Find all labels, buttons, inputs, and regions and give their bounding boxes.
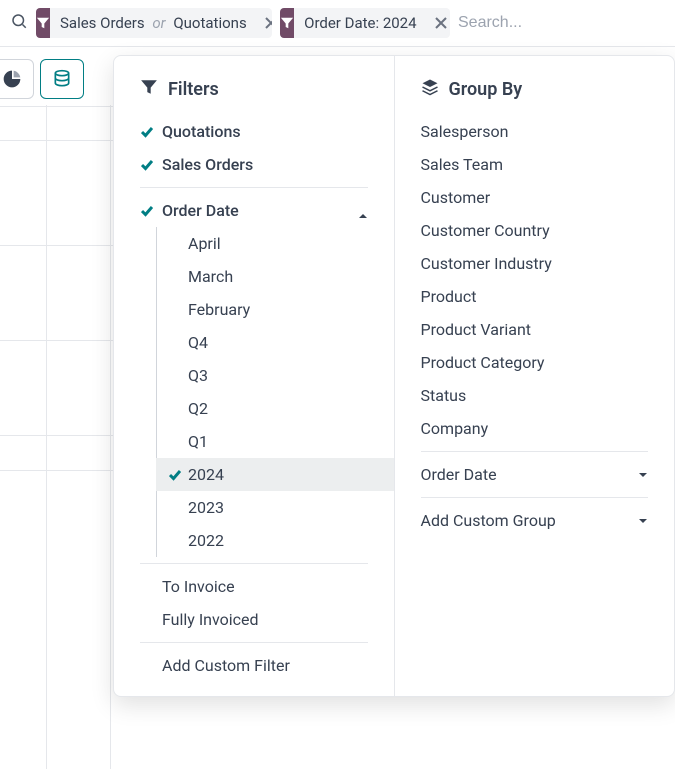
filter-option-2022[interactable]: 2022 [156, 524, 394, 557]
filter-to-invoice[interactable]: To Invoice [114, 570, 394, 603]
facet-sales-quotations[interactable]: Sales Orders or Quotations [36, 8, 272, 38]
add-custom-group[interactable]: Add Custom Group [395, 504, 675, 537]
group-status[interactable]: Status [395, 379, 675, 412]
layers-icon [421, 78, 439, 101]
check-icon [140, 159, 154, 171]
caret-up-icon [358, 206, 368, 216]
caret-down-icon [638, 465, 648, 484]
group-product-category[interactable]: Product Category [395, 346, 675, 379]
filter-option-q2[interactable]: Q2 [156, 392, 394, 425]
group-customer-country[interactable]: Customer Country [395, 214, 675, 247]
check-icon [140, 126, 154, 138]
search-input[interactable] [458, 14, 665, 32]
caret-down-icon [638, 511, 648, 530]
filters-heading: Filters [114, 66, 394, 115]
filter-fully-invoiced[interactable]: Fully Invoiced [114, 603, 394, 636]
filter-option-q3[interactable]: Q3 [156, 359, 394, 392]
filter-option-2023[interactable]: 2023 [156, 491, 394, 524]
filter-option-february[interactable]: February [156, 293, 394, 326]
facet-order-date[interactable]: Order Date: 2024 [280, 8, 450, 38]
filter-icon [140, 78, 158, 101]
facet-label: Sales Orders or Quotations [50, 14, 257, 32]
view-pivot-button[interactable] [40, 59, 84, 99]
filter-icon [280, 8, 294, 38]
filter-option-2024[interactable]: 2024 [156, 458, 394, 491]
check-icon [168, 469, 182, 481]
filter-option-q1[interactable]: Q1 [156, 425, 394, 458]
group-product-variant[interactable]: Product Variant [395, 313, 675, 346]
group-customer-industry[interactable]: Customer Industry [395, 247, 675, 280]
group-sales-team[interactable]: Sales Team [395, 148, 675, 181]
filter-icon [36, 8, 50, 38]
filter-order-date[interactable]: Order Date [114, 194, 394, 227]
group-company[interactable]: Company [395, 412, 675, 445]
search-panel: Filters Quotations Sales Orders Order Da… [113, 55, 675, 697]
filter-option-q4[interactable]: Q4 [156, 326, 394, 359]
group-by-column: Group By Salesperson Sales Team Customer… [395, 56, 675, 696]
searchbar: Sales Orders or Quotations Order Date: 2… [0, 0, 675, 47]
group-by-heading: Group By [395, 66, 675, 115]
order-date-options: April March February Q4 Q3 Q2 Q1 2024 20… [156, 227, 394, 557]
search-icon [10, 12, 28, 34]
view-pie-button[interactable] [0, 59, 34, 99]
add-custom-filter[interactable]: Add Custom Filter [114, 649, 394, 682]
filter-quotations[interactable]: Quotations [114, 115, 394, 148]
filter-sales-orders[interactable]: Sales Orders [114, 148, 394, 181]
close-icon[interactable] [257, 8, 272, 38]
group-salesperson[interactable]: Salesperson [395, 115, 675, 148]
filter-option-march[interactable]: March [156, 260, 394, 293]
group-order-date[interactable]: Order Date [395, 458, 675, 491]
group-customer[interactable]: Customer [395, 181, 675, 214]
check-icon [140, 205, 154, 217]
group-product[interactable]: Product [395, 280, 675, 313]
filters-column: Filters Quotations Sales Orders Order Da… [114, 56, 395, 696]
facet-label: Order Date: 2024 [294, 14, 426, 32]
filter-option-april[interactable]: April [156, 227, 394, 260]
close-icon[interactable] [427, 8, 450, 38]
